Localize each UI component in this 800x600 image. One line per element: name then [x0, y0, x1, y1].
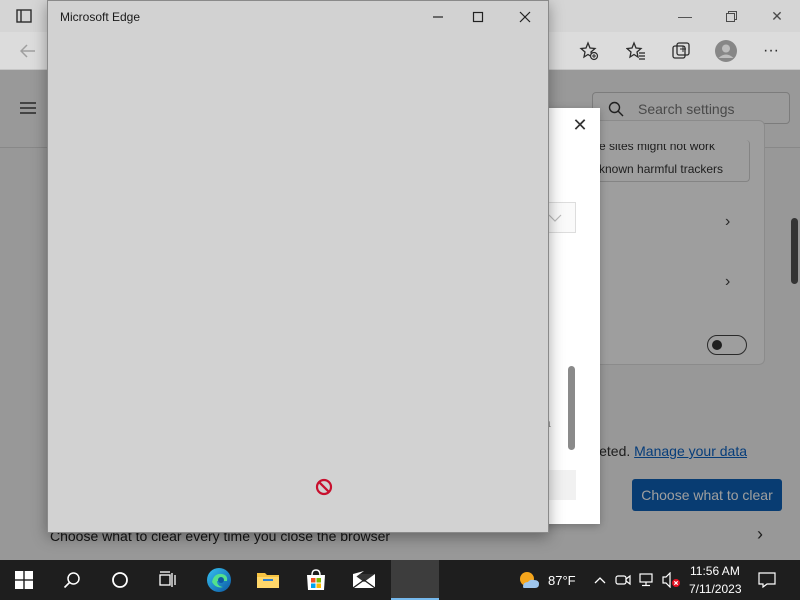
search-icon[interactable]	[48, 560, 96, 600]
close-button[interactable]	[515, 7, 535, 27]
file-explorer-icon[interactable]	[244, 560, 292, 600]
store-icon[interactable]	[292, 560, 340, 600]
weather-icon[interactable]	[514, 560, 544, 600]
cortana-icon[interactable]	[96, 560, 144, 600]
edge-taskbar-icon[interactable]	[196, 560, 242, 600]
network-icon[interactable]	[636, 560, 656, 600]
weather-temperature[interactable]: 87°F	[548, 573, 576, 588]
clear-browsing-data-dialog: t a	[540, 108, 600, 524]
meet-now-icon[interactable]	[613, 560, 633, 600]
clock-date[interactable]: 7/11/2023	[689, 582, 742, 596]
windows-taskbar: 87°F 11:56 AM 7/11/2023	[0, 560, 800, 600]
time-range-dropdown[interactable]	[545, 202, 576, 233]
blocked-icon	[315, 478, 333, 496]
volume-muted-icon[interactable]	[659, 560, 683, 600]
microsoft-edge-popup-window: Microsoft Edge	[47, 0, 549, 533]
dialog-scrollbar[interactable]	[568, 366, 575, 450]
clock-time[interactable]: 11:56 AM	[690, 564, 740, 578]
maximize-button[interactable]	[468, 7, 488, 27]
taskbar-active-app[interactable]	[391, 560, 439, 600]
notifications-icon[interactable]	[752, 560, 782, 600]
dialog-input-area	[545, 470, 576, 500]
task-view-icon[interactable]	[144, 560, 192, 600]
dialog-close-icon[interactable]: ✕	[570, 115, 590, 135]
start-button[interactable]	[0, 560, 48, 600]
mail-icon[interactable]	[340, 560, 388, 600]
minimize-button[interactable]	[428, 7, 448, 27]
chevron-up-icon[interactable]	[590, 560, 610, 600]
window-title: Microsoft Edge	[60, 10, 141, 24]
